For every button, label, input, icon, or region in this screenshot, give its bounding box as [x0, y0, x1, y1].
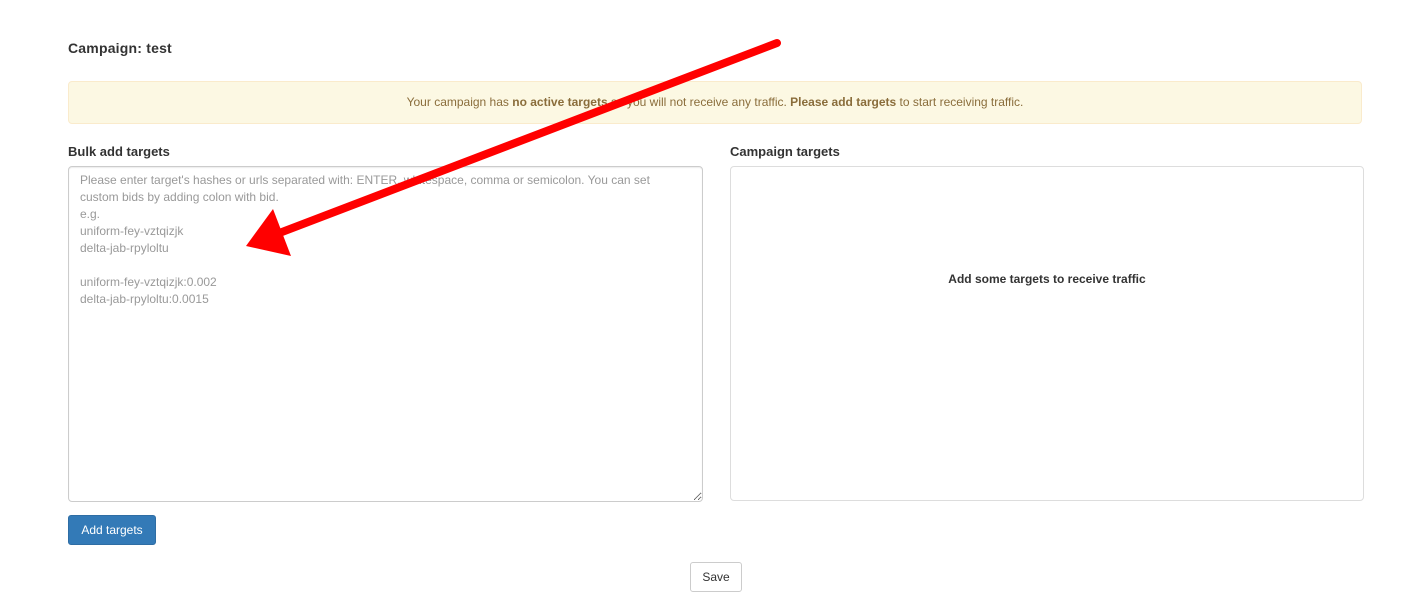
add-targets-button[interactable]: Add targets: [68, 515, 156, 545]
alert-bold-please-add-targets: Please add targets: [790, 95, 897, 109]
alert-text-part: so you will not receive any traffic.: [607, 95, 791, 109]
campaign-page: Campaign: test Your campaign has no acti…: [0, 0, 1401, 608]
no-targets-warning-alert: Your campaign has no active targets so y…: [68, 81, 1362, 124]
campaign-targets-label: Campaign targets: [730, 144, 840, 159]
empty-targets-message: Add some targets to receive traffic: [948, 272, 1146, 286]
save-button[interactable]: Save: [690, 562, 742, 592]
alert-text-part: Your campaign has: [406, 95, 513, 109]
alert-bold-no-active-targets: no active targets: [512, 95, 608, 109]
alert-text-part: to start receiving traffic.: [896, 95, 1024, 109]
bulk-add-targets-label: Bulk add targets: [68, 144, 170, 159]
bulk-add-targets-textarea[interactable]: [68, 166, 703, 502]
page-title: Campaign: test: [68, 40, 172, 56]
campaign-targets-panel: Add some targets to receive traffic: [730, 166, 1364, 501]
